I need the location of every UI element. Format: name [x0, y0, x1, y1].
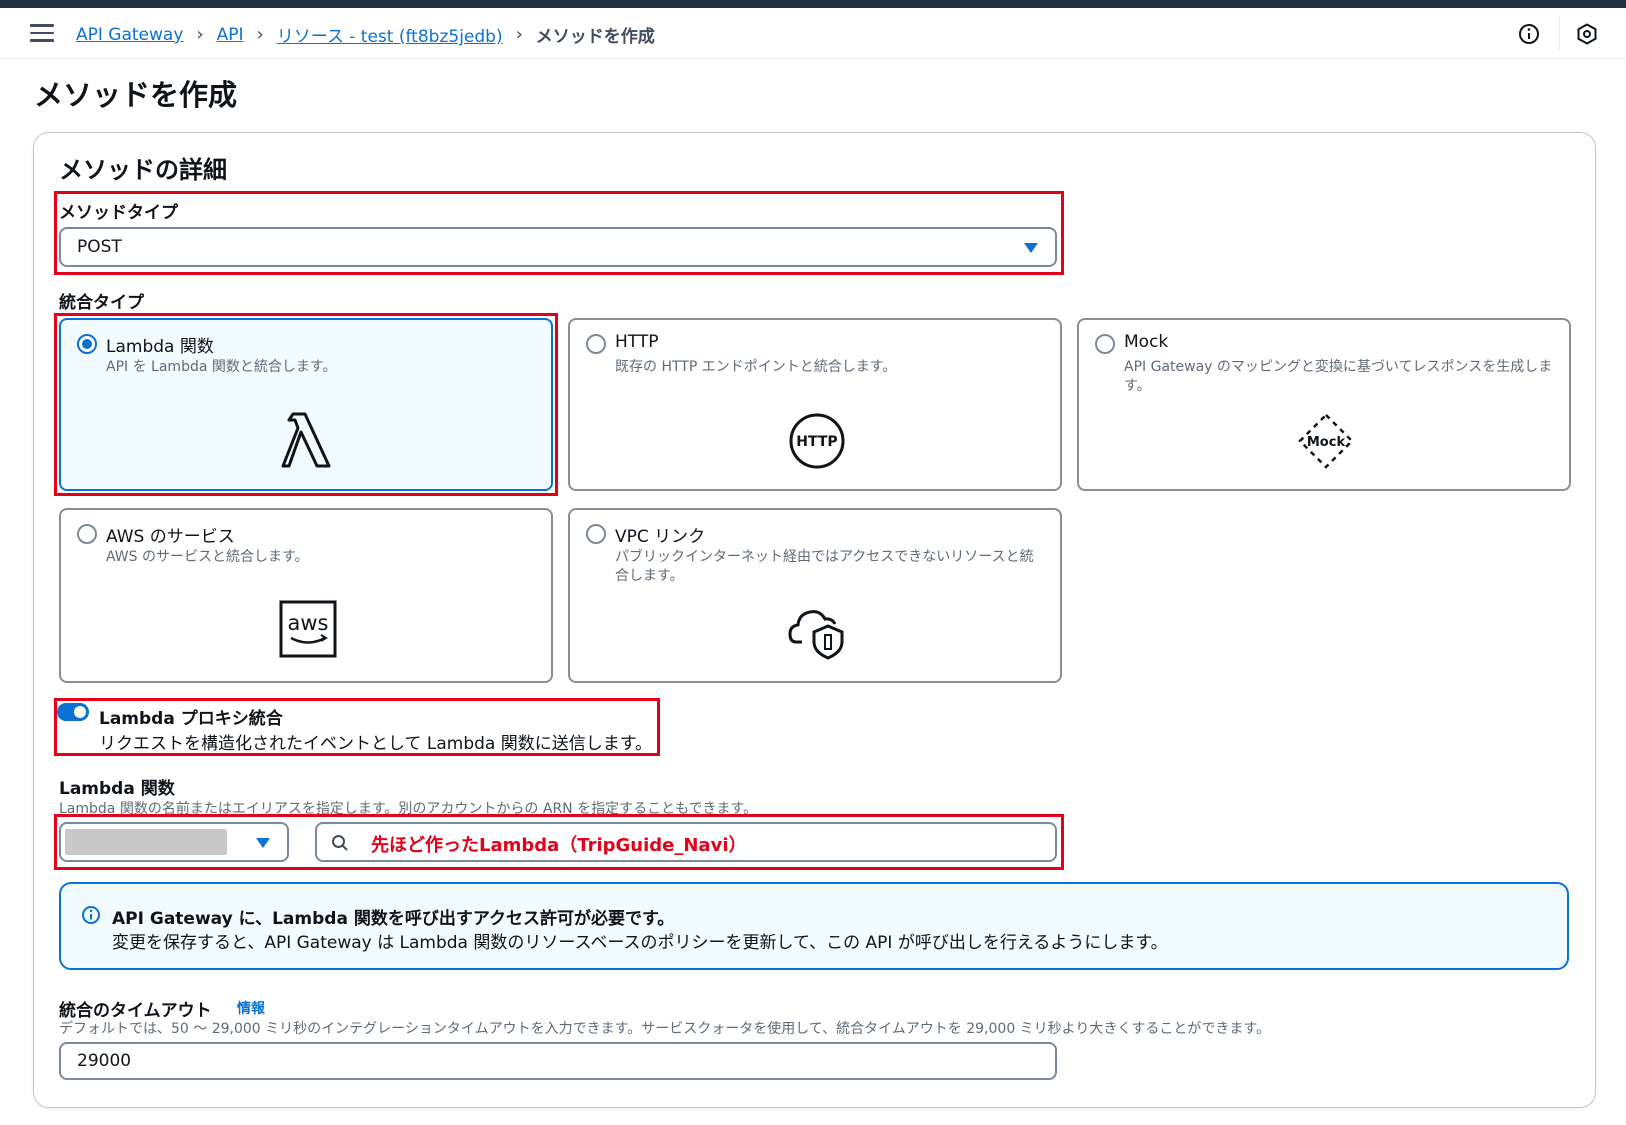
method-type-select[interactable]: POST	[59, 227, 1057, 267]
lambda-function-search-input[interactable]: 先ほど作ったLambda（TripGuide_Navi）	[315, 822, 1057, 862]
caret-down-icon	[256, 838, 270, 848]
caret-down-icon	[1024, 243, 1038, 253]
method-type-value: POST	[77, 237, 122, 257]
card-desc: 既存の HTTP エンドポイントと統合します。	[615, 359, 897, 375]
http-icon: HTTP	[789, 413, 845, 469]
http-icon-text: HTTP	[796, 434, 837, 450]
integration-card-vpc-link[interactable]: VPC リンク パブリックインターネット経由ではアクセスできないリソースと統合し…	[568, 508, 1062, 683]
info-icon	[82, 906, 100, 924]
radio-mock[interactable]	[1095, 334, 1115, 354]
card-title: Mock	[1124, 332, 1169, 352]
aws-icon-text: aws	[288, 611, 329, 635]
breadcrumb-api[interactable]: API	[217, 25, 244, 45]
radio-vpc-link[interactable]	[586, 524, 606, 544]
integration-type-label: 統合タイプ	[59, 293, 144, 313]
chevron-right-icon: ›	[515, 24, 523, 45]
search-icon	[332, 835, 348, 851]
radio-aws[interactable]	[77, 524, 97, 544]
lambda-function-label: Lambda 関数	[59, 779, 175, 799]
cloud-shield-icon	[788, 610, 844, 660]
chevron-right-icon: ›	[256, 24, 264, 45]
chevron-right-icon: ›	[196, 24, 204, 45]
region-select[interactable]	[59, 822, 289, 862]
mock-icon: Mock	[1298, 413, 1354, 469]
hexagon-settings-icon[interactable]	[1575, 22, 1599, 46]
timeout-info-link[interactable]: 情報	[237, 998, 265, 1018]
radio-http[interactable]	[586, 334, 606, 354]
card-desc: AWS のサービスと統合します。	[106, 549, 309, 565]
timeout-input[interactable]: 29000	[59, 1042, 1057, 1080]
lambda-proxy-toggle[interactable]	[57, 703, 89, 721]
breadcrumb-resource[interactable]: リソース - test (ft8bz5jedb)	[277, 22, 503, 47]
mock-icon-text: Mock	[1307, 435, 1346, 450]
timeout-value: 29000	[77, 1051, 132, 1071]
card-title: AWS のサービス	[106, 527, 235, 547]
integration-card-http[interactable]: HTTP 既存の HTTP エンドポイントと統合します。 HTTP	[568, 318, 1062, 491]
card-title: HTTP	[615, 332, 659, 352]
breadcrumb-current: メソッドを作成	[535, 27, 655, 47]
card-desc: API Gateway のマッピングと変換に基づいてレスポンスを生成します。	[1124, 359, 1553, 394]
lambda-proxy-label: Lambda プロキシ統合	[99, 709, 283, 729]
alert-text: 変更を保存すると、API Gateway は Lambda 関数のリソースベース…	[112, 933, 1168, 953]
header-bar: API Gateway › API › リソース - test (ft8bz5j…	[0, 8, 1626, 59]
card-title: VPC リンク	[615, 527, 706, 547]
top-band	[0, 0, 1626, 8]
timeout-desc: デフォルトでは、50 ～ 29,000 ミリ秒のインテグレーションタイムアウトを…	[59, 1021, 1270, 1037]
header-divider	[1559, 16, 1560, 50]
lambda-function-search-value: 先ほど作ったLambda（TripGuide_Navi）	[371, 835, 747, 856]
lambda-icon	[281, 412, 331, 468]
lambda-proxy-desc: リクエストを構造化されたイベントとして Lambda 関数に送信します。	[99, 734, 653, 754]
card-title: Lambda 関数	[106, 337, 214, 357]
region-value-redacted	[65, 829, 227, 855]
method-type-label: メソッドタイプ	[59, 203, 178, 223]
integration-card-aws[interactable]: AWS のサービス AWS のサービスと統合します。 aws	[59, 508, 553, 683]
breadcrumb-api-gateway[interactable]: API Gateway	[76, 25, 183, 45]
page-title: メソッドを作成	[34, 78, 238, 112]
permission-alert: API Gateway に、Lambda 関数を呼び出すアクセス許可が必要です。…	[59, 882, 1569, 970]
card-desc: API を Lambda 関数と統合します。	[106, 359, 337, 375]
breadcrumb: API Gateway › API › リソース - test (ft8bz5j…	[76, 22, 655, 47]
integration-card-lambda[interactable]: Lambda 関数 API を Lambda 関数と統合します。	[59, 318, 553, 491]
section-title: メソッドの詳細	[59, 156, 227, 184]
alert-title: API Gateway に、Lambda 関数を呼び出すアクセス許可が必要です。	[112, 909, 675, 929]
card-desc: パブリックインターネット経由ではアクセスできないリソースと統合します。	[615, 549, 1034, 584]
radio-lambda[interactable]	[77, 334, 97, 354]
aws-icon: aws	[279, 600, 337, 658]
integration-card-mock[interactable]: Mock API Gateway のマッピングと変換に基づいてレスポンスを生成し…	[1077, 318, 1571, 491]
info-circle-icon[interactable]	[1517, 22, 1541, 46]
menu-icon[interactable]	[30, 24, 54, 44]
